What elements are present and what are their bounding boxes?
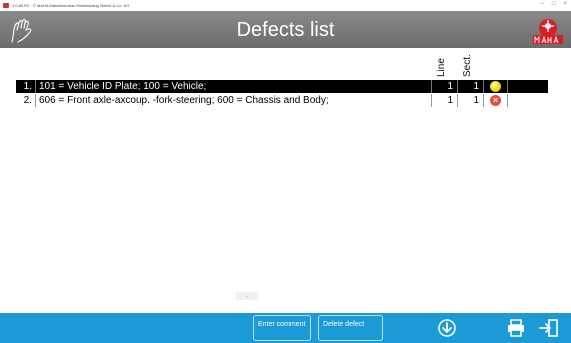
- row-number: 1.: [16, 80, 36, 93]
- enter-comment-button[interactable]: Enter comment: [253, 315, 311, 341]
- line-value: 1: [432, 80, 458, 93]
- exit-door-icon[interactable]: [538, 318, 560, 338]
- yellow-dot-icon: [490, 81, 501, 92]
- table-row[interactable]: 2. 606 = Front axle-axcoup. -fork-steeri…: [16, 94, 548, 107]
- minimize-button[interactable]: –: [541, 1, 544, 7]
- table-header: Line Sect.: [16, 48, 548, 80]
- red-x-dot-icon: ×: [490, 95, 501, 106]
- defect-description: 101 = Vehicle ID Plate; 100 = Vehicle;: [36, 80, 432, 93]
- window-title: 1.0.89.R2 · © MAHA Maschinenbau Haldenwa…: [12, 3, 130, 8]
- maximize-button[interactable]: □: [552, 1, 556, 7]
- line-value: 1: [432, 94, 458, 107]
- download-arrow-icon[interactable]: [436, 318, 458, 338]
- app-icon: [3, 3, 9, 8]
- table-row[interactable]: 1. 101 = Vehicle ID Plate; 100 = Vehicle…: [16, 80, 548, 93]
- sect-value: 1: [458, 80, 484, 93]
- scroll-indicator[interactable]: .: [236, 292, 258, 300]
- sect-value: 1: [458, 94, 484, 107]
- window-controls: – □ ×: [541, 1, 567, 7]
- column-header-sect: Sect.: [462, 54, 473, 77]
- column-header-line: Line: [436, 58, 447, 77]
- defect-description: 606 = Front axle-axcoup. -fork-steering;…: [36, 94, 432, 107]
- window-titlebar: 1.0.89.R2 · © MAHA Maschinenbau Haldenwa…: [0, 0, 571, 11]
- bottom-toolbar: Enter comment Delete defect: [0, 313, 571, 343]
- close-button[interactable]: ×: [563, 1, 567, 7]
- status-cell: ×: [484, 94, 508, 107]
- delete-defect-button[interactable]: Delete defect: [318, 315, 383, 341]
- defects-table: Line Sect. 1. 101 = Vehicle ID Plate; 10…: [16, 48, 548, 108]
- printer-icon[interactable]: [505, 318, 527, 338]
- page-title: Defects list: [236, 19, 335, 41]
- maha-logo: [533, 19, 563, 44]
- header-bar: Defects list: [0, 11, 571, 48]
- row-number: 2.: [16, 94, 36, 107]
- status-cell: [484, 80, 508, 93]
